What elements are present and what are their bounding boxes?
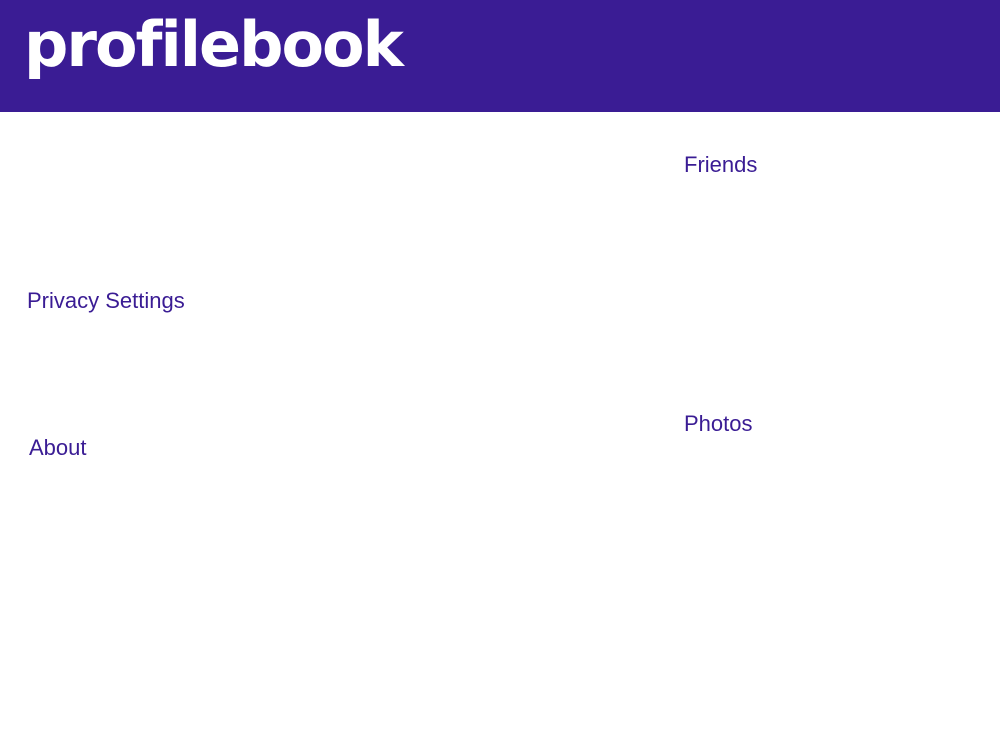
top-header: profilebook bbox=[0, 0, 1000, 112]
profile-content bbox=[0, 112, 1000, 730]
privacy-settings-link[interactable]: Privacy Settings bbox=[27, 290, 185, 312]
profilebook-logo[interactable]: profilebook bbox=[24, 14, 404, 76]
about-section-link[interactable]: About bbox=[29, 437, 87, 459]
photos-section-link[interactable]: Photos bbox=[684, 413, 753, 435]
friends-section-link[interactable]: Friends bbox=[684, 154, 757, 176]
